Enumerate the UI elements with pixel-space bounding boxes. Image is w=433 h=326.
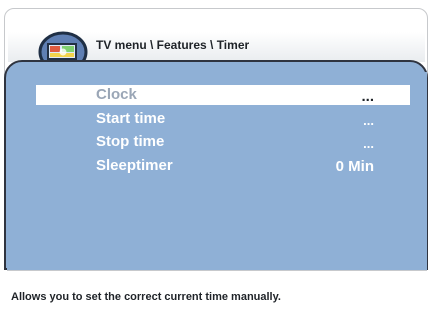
menu-item-clock-value: ... — [361, 88, 374, 105]
menu-item-start-time[interactable]: Start time — [96, 110, 165, 127]
tv-menu-screen: TV menu \ Features \ Timer Clock ... Sta… — [0, 0, 433, 326]
help-text: Allows you to set the correct current ti… — [11, 291, 281, 303]
menu-item-sleeptimer-value: 0 Min — [335, 158, 374, 175]
menu-item-clock[interactable]: Clock — [96, 86, 137, 103]
breadcrumb: TV menu \ Features \ Timer — [96, 38, 250, 52]
menu-item-sleeptimer[interactable]: Sleeptimer — [96, 157, 173, 174]
menu-item-stop-time[interactable]: Stop time — [96, 133, 164, 150]
menu-item-start-time-value: ... — [363, 113, 374, 128]
menu-item-stop-time-value: ... — [363, 136, 374, 151]
